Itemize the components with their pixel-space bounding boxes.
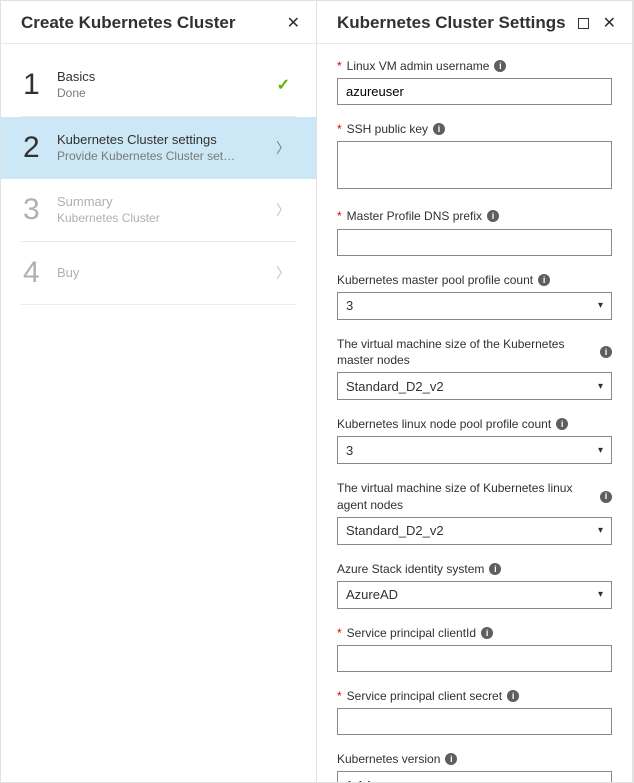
step-title: Buy (57, 265, 276, 282)
required-indicator: * (337, 121, 342, 137)
sp-secret-input[interactable] (337, 708, 612, 735)
label-master-size: The virtual machine size of the Kubernet… (337, 336, 595, 368)
maximize-icon[interactable] (578, 18, 589, 29)
step-cluster-settings[interactable]: 2 Kubernetes Cluster settings Provide Ku… (1, 117, 316, 179)
linux-admin-input[interactable] (337, 78, 612, 105)
k8s-version-select[interactable]: 1.14▾ (337, 771, 612, 782)
label-ssh-key: SSH public key (347, 121, 428, 137)
node-size-select[interactable]: Standard_D2_v2▾ (337, 517, 612, 545)
info-icon[interactable]: i (445, 753, 457, 765)
info-icon[interactable]: i (489, 563, 501, 575)
chevron-down-icon: ▾ (598, 780, 603, 782)
step-number: 2 (23, 131, 57, 165)
identity-select[interactable]: AzureAD▾ (337, 581, 612, 609)
step-buy[interactable]: 4 Buy 〉 (21, 242, 296, 305)
dns-prefix-input[interactable] (337, 229, 612, 256)
close-icon[interactable]: ✕ (603, 13, 616, 33)
required-indicator: * (337, 688, 342, 704)
chevron-down-icon: ▾ (598, 300, 603, 311)
info-icon[interactable]: i (494, 60, 506, 72)
master-size-select[interactable]: Standard_D2_v2▾ (337, 372, 612, 400)
info-icon[interactable]: i (481, 627, 493, 639)
label-dns-prefix: Master Profile DNS prefix (347, 208, 482, 224)
step-title: Basics (57, 69, 277, 86)
step-subtitle: Provide Kubernetes Cluster settin… (57, 149, 237, 165)
chevron-right-icon: 〉 (276, 263, 290, 283)
node-count-select[interactable]: 3▾ (337, 436, 612, 464)
step-title: Summary (57, 194, 276, 211)
label-k8s-version: Kubernetes version (337, 751, 440, 767)
info-icon[interactable]: i (507, 690, 519, 702)
step-basics[interactable]: 1 Basics Done ✓ (21, 54, 296, 117)
info-icon[interactable]: i (487, 210, 499, 222)
form-body: * Linux VM admin username i * SSH public ke… (317, 44, 632, 782)
label-node-count: Kubernetes linux node pool profile count (337, 416, 551, 432)
close-icon[interactable]: ✕ (287, 13, 300, 33)
info-icon[interactable]: i (538, 274, 550, 286)
required-indicator: * (337, 625, 342, 641)
label-linux-admin: Linux VM admin username (347, 58, 490, 74)
step-subtitle: Done (57, 86, 237, 102)
label-master-count: Kubernetes master pool profile count (337, 272, 533, 288)
info-icon[interactable]: i (600, 346, 612, 358)
step-number: 3 (23, 193, 57, 227)
required-indicator: * (337, 208, 342, 224)
label-node-size: The virtual machine size of Kubernetes l… (337, 480, 595, 512)
chevron-down-icon: ▾ (598, 525, 603, 536)
wizard-steps-panel: Create Kubernetes Cluster ✕ 1 Basics Don… (1, 1, 317, 782)
chevron-down-icon: ▾ (598, 381, 603, 392)
chevron-down-icon: ▾ (598, 445, 603, 456)
step-summary[interactable]: 3 Summary Kubernetes Cluster 〉 (21, 179, 296, 242)
check-icon: ✓ (277, 75, 290, 95)
info-icon[interactable]: i (600, 491, 612, 503)
sp-clientid-input[interactable] (337, 645, 612, 672)
chevron-right-icon: 〉 (276, 200, 290, 220)
chevron-right-icon: 〉 (276, 138, 290, 158)
label-sp-clientid: Service principal clientId (347, 625, 476, 641)
left-panel-title: Create Kubernetes Cluster (21, 13, 235, 33)
info-icon[interactable]: i (433, 123, 445, 135)
right-panel-title: Kubernetes Cluster Settings (337, 13, 566, 33)
left-panel-header: Create Kubernetes Cluster ✕ (1, 1, 316, 44)
required-indicator: * (337, 58, 342, 74)
info-icon[interactable]: i (556, 418, 568, 430)
step-list: 1 Basics Done ✓ 2 Kubernetes Cluster set… (1, 44, 316, 305)
right-panel-header: Kubernetes Cluster Settings ✕ (317, 1, 632, 44)
step-number: 1 (23, 68, 57, 102)
ssh-key-input[interactable] (337, 141, 612, 189)
master-count-select[interactable]: 3▾ (337, 292, 612, 320)
settings-form-panel: Kubernetes Cluster Settings ✕ * Linux VM … (317, 1, 633, 782)
label-sp-secret: Service principal client secret (347, 688, 502, 704)
step-title: Kubernetes Cluster settings (57, 132, 276, 149)
step-subtitle: Kubernetes Cluster (57, 211, 237, 227)
label-identity: Azure Stack identity system (337, 561, 484, 577)
chevron-down-icon: ▾ (598, 589, 603, 600)
step-number: 4 (23, 256, 57, 290)
